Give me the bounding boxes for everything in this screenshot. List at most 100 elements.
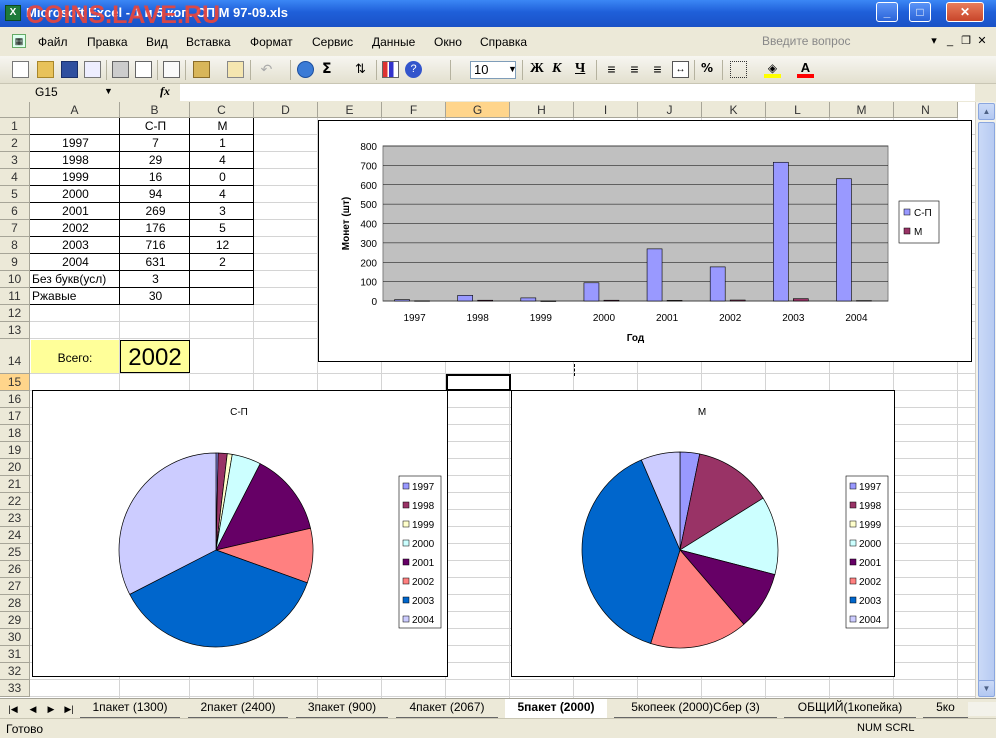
select-all-corner[interactable] <box>0 102 30 118</box>
insert-function-icon[interactable]: fx <box>160 84 170 99</box>
autosum-icon[interactable]: Σ <box>322 61 332 77</box>
vertical-scrollbar[interactable]: ▲ ▼ <box>975 102 996 698</box>
row-header-5[interactable]: 5 <box>0 186 30 203</box>
column-header-k[interactable]: K <box>702 102 766 118</box>
doc-restore-icon[interactable]: ❐ <box>960 35 972 47</box>
row-header-6[interactable]: 6 <box>0 203 30 220</box>
name-box[interactable]: G15 <box>35 84 115 101</box>
menu-tools[interactable]: Сервис <box>312 35 353 49</box>
column-header-e[interactable]: E <box>318 102 382 118</box>
menu-format[interactable]: Формат <box>250 35 293 49</box>
menu-help[interactable]: Справка <box>480 35 527 49</box>
paste-icon[interactable] <box>193 61 210 78</box>
italic-button[interactable]: К <box>552 61 562 77</box>
formula-input[interactable] <box>180 84 975 101</box>
row-header-12[interactable]: 12 <box>0 305 30 322</box>
row-header-8[interactable]: 8 <box>0 237 30 254</box>
align-right-icon[interactable]: ≡ <box>649 61 666 78</box>
row-header-33[interactable]: 33 <box>0 680 30 697</box>
bar-m-2001[interactable] <box>666 300 683 302</box>
bar-m-2000[interactable] <box>603 299 620 302</box>
row-header-28[interactable]: 28 <box>0 595 30 612</box>
row-header-13[interactable]: 13 <box>0 322 30 339</box>
row-header-15[interactable]: 15 <box>0 374 30 391</box>
scroll-down-icon[interactable]: ▼ <box>978 680 995 697</box>
column-header-l[interactable]: L <box>766 102 830 118</box>
column-header-i[interactable]: I <box>574 102 638 118</box>
row-header-27[interactable]: 27 <box>0 578 30 595</box>
sheet-tab-1[interactable]: 1пакет (1300) <box>80 699 180 718</box>
first-sheet-icon[interactable]: |◀ <box>6 702 20 716</box>
row-header-16[interactable]: 16 <box>0 391 30 408</box>
excel-app-icon[interactable]: X <box>5 5 21 21</box>
menu-file[interactable]: Файл <box>38 35 68 49</box>
column-header-j[interactable]: J <box>638 102 702 118</box>
column-header-c[interactable]: C <box>190 102 254 118</box>
row-header-26[interactable]: 26 <box>0 561 30 578</box>
align-center-icon[interactable]: ≡ <box>626 61 643 78</box>
row-header-10[interactable]: 10 <box>0 271 30 288</box>
bar-sp-2002[interactable] <box>709 266 726 302</box>
sheet-tab-4[interactable]: 4пакет (2067) <box>396 699 498 718</box>
align-left-icon[interactable]: ≡ <box>603 61 620 78</box>
row-header-20[interactable]: 20 <box>0 459 30 476</box>
spelling-icon[interactable] <box>163 61 180 78</box>
menu-insert[interactable]: Вставка <box>186 35 231 49</box>
bar-m-1998[interactable] <box>477 299 493 302</box>
help-dropdown-icon[interactable]: ▾ <box>928 35 940 47</box>
sheet-tab-2[interactable]: 2пакет (2400) <box>188 699 288 718</box>
bar-m-2003[interactable] <box>793 298 809 302</box>
row-header-18[interactable]: 18 <box>0 425 30 442</box>
font-size-dropdown-icon[interactable]: ▼ <box>504 61 521 78</box>
vertical-scroll-thumb[interactable] <box>978 122 995 682</box>
column-header-f[interactable]: F <box>382 102 446 118</box>
pie-chart-m[interactable]: М 1997 1998 1999 2000 2001 2002 2003 2004 <box>511 390 895 677</box>
row-header-17[interactable]: 17 <box>0 408 30 425</box>
sheet-tab-5[interactable]: 5пакет (2000) <box>505 699 607 718</box>
undo-icon[interactable]: ↶ <box>258 61 275 78</box>
bar-m-2004[interactable] <box>856 300 872 302</box>
scroll-up-icon[interactable]: ▲ <box>978 103 995 120</box>
font-color-icon[interactable]: A <box>797 61 814 78</box>
fill-color-icon[interactable]: ◈ <box>764 61 781 78</box>
sheet-tab-3[interactable]: 3пакет (900) <box>296 699 388 718</box>
active-cell-g15[interactable] <box>446 374 511 391</box>
row-header-14[interactable]: 14 <box>0 339 30 374</box>
new-icon[interactable] <box>12 61 29 78</box>
column-header-n[interactable]: N <box>894 102 958 118</box>
bar-sp-2000[interactable] <box>583 282 600 302</box>
bar-sp-2001[interactable] <box>646 248 663 302</box>
sheet-tab-6[interactable]: 5копеек (2000)Сбер (3) <box>614 699 777 718</box>
chart-wizard-icon[interactable] <box>382 61 399 78</box>
help-icon[interactable]: ? <box>405 61 422 78</box>
column-header-m[interactable]: M <box>830 102 894 118</box>
percent-button[interactable]: % <box>701 61 713 75</box>
print-icon[interactable] <box>112 61 129 78</box>
menu-view[interactable]: Вид <box>146 35 168 49</box>
pie-chart-sp[interactable]: С-П 1997 1998 1999 2000 2001 2002 2003 2004 <box>32 390 448 677</box>
sheet-tab-7[interactable]: ОБЩИЙ(1копейка) <box>784 699 916 718</box>
horizontal-scrollbar[interactable] <box>968 702 996 716</box>
doc-close-icon[interactable]: ✕ <box>976 35 988 47</box>
row-header-2[interactable]: 2 <box>0 135 30 152</box>
bar-sp-1999[interactable] <box>520 297 537 302</box>
menu-data[interactable]: Данные <box>372 35 415 49</box>
row-header-19[interactable]: 19 <box>0 442 30 459</box>
column-header-g[interactable]: G <box>446 102 510 118</box>
row-header-25[interactable]: 25 <box>0 544 30 561</box>
bar-sp-2003[interactable] <box>773 161 789 302</box>
format-painter-icon[interactable] <box>227 61 244 78</box>
save-icon[interactable] <box>61 61 78 78</box>
row-header-7[interactable]: 7 <box>0 220 30 237</box>
row-header-30[interactable]: 30 <box>0 629 30 646</box>
bar-m-2002[interactable] <box>729 299 746 302</box>
row-header-23[interactable]: 23 <box>0 510 30 527</box>
bold-button[interactable]: Ж <box>530 61 544 77</box>
bar-sp-1998[interactable] <box>457 295 473 302</box>
hyperlink-icon[interactable] <box>297 61 314 78</box>
borders-icon[interactable] <box>730 61 747 78</box>
bar-sp-1997[interactable] <box>394 299 410 302</box>
column-header-a[interactable]: A <box>30 102 120 118</box>
row-header-22[interactable]: 22 <box>0 493 30 510</box>
open-icon[interactable] <box>37 61 54 78</box>
